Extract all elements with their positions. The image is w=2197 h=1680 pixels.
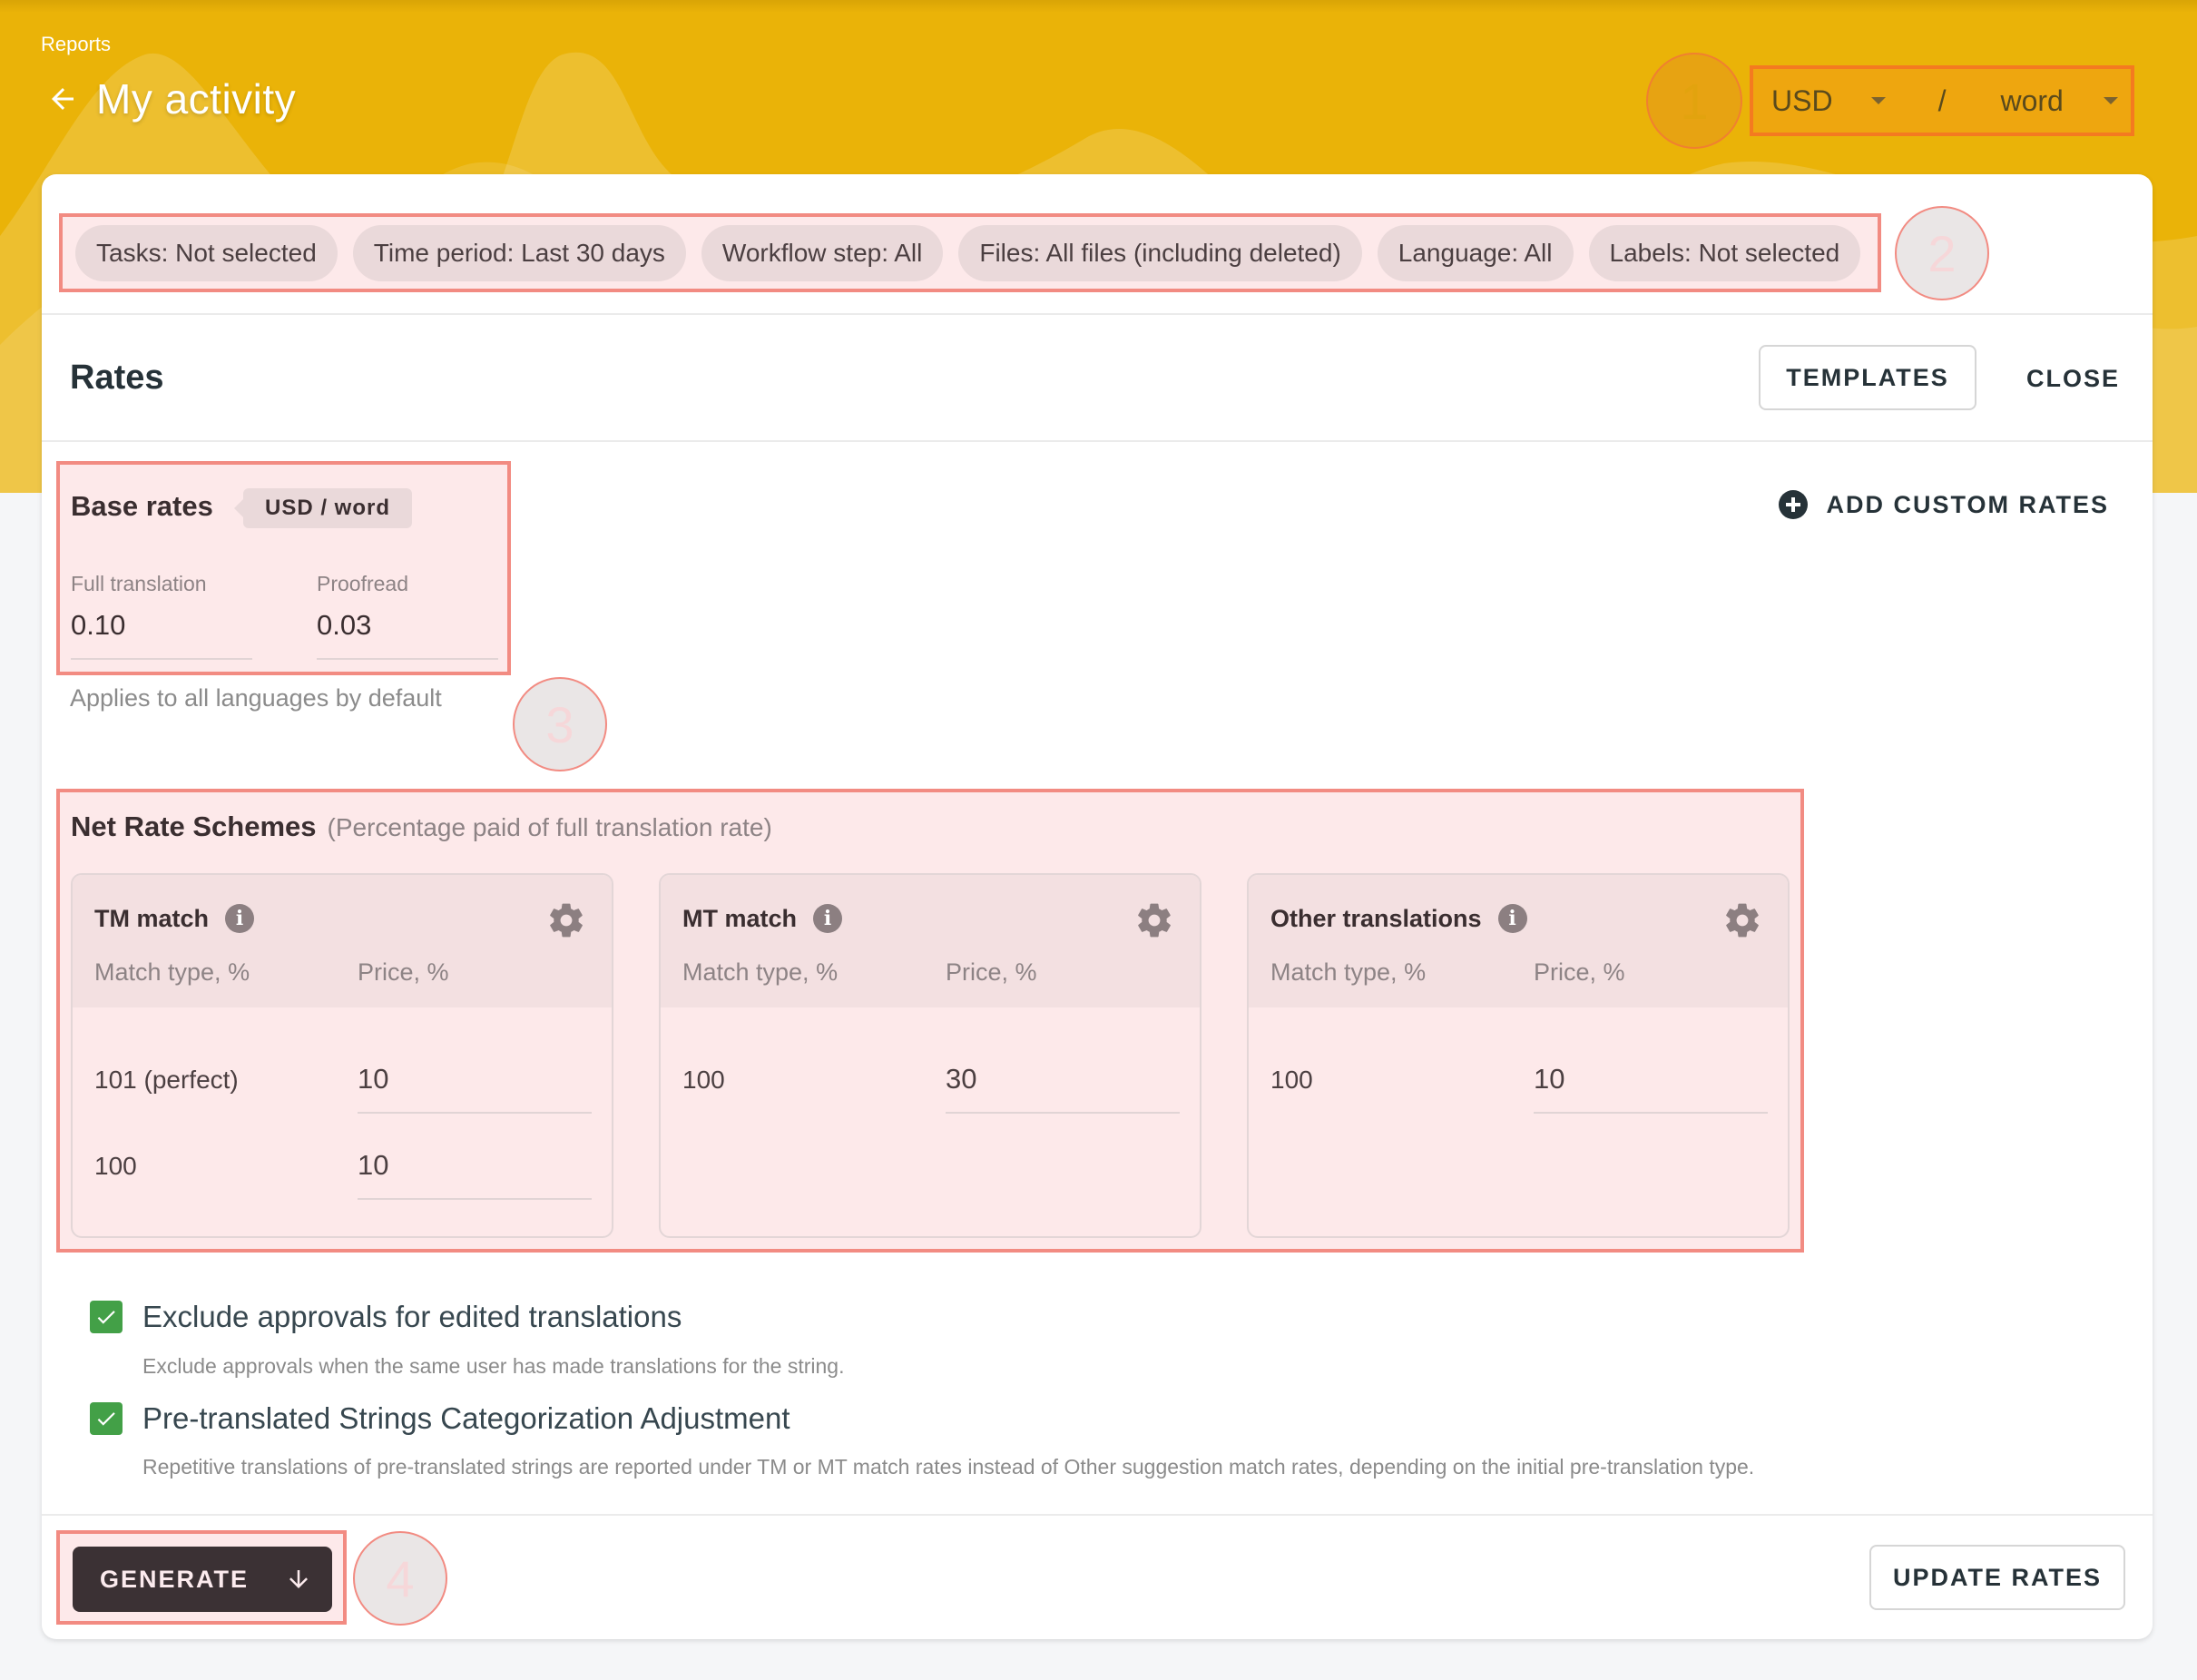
match-type-value: 100: [682, 1066, 725, 1094]
add-circle-icon: [1779, 490, 1809, 519]
page-title: My activity: [45, 74, 296, 123]
info-icon[interactable]: i: [1497, 904, 1527, 933]
net-rate-schemes-section: Net Rate Schemes (Percentage paid of full…: [56, 789, 1804, 1253]
filter-chip-files[interactable]: Files: All files (including deleted): [958, 224, 1362, 281]
annotation-marker-2: 2: [1895, 206, 1989, 300]
scheme-header: Other translations i Match type, % Price…: [1249, 875, 1788, 1007]
unit-tag: USD / word: [233, 488, 413, 528]
arrow-down-icon: [289, 1570, 309, 1588]
scheme-title: Other translations i: [1270, 904, 1527, 933]
add-custom-rates-label: ADD CUSTOM RATES: [1826, 490, 2109, 518]
match-type-header: Match type, %: [1270, 958, 1427, 986]
price-header: Price, %: [946, 958, 1037, 986]
option-title: Pre-translated Strings Categorization Ad…: [142, 1401, 790, 1435]
update-rates-button[interactable]: UPDATE RATES: [1869, 1545, 2125, 1610]
checkbox-checked[interactable]: [90, 1301, 123, 1333]
price-header: Price, %: [358, 958, 449, 986]
proofread-field[interactable]: Proofread 0.03: [317, 572, 498, 660]
scheme-name: Other translations: [1270, 904, 1482, 932]
scheme-name: TM match: [94, 904, 210, 932]
option-description: Exclude approvals when the same user has…: [142, 1354, 845, 1378]
scheme-header: MT match i Match type, % Price, %: [661, 875, 1200, 1007]
scheme-card-tm-match: TM match i Match type, % Price, % 101 (p…: [71, 873, 613, 1238]
generate-section: GENERATE: [56, 1530, 347, 1625]
match-type-header: Match type, %: [682, 958, 839, 986]
scheme-title: MT match i: [682, 904, 843, 933]
rates-title: Rates: [70, 359, 164, 397]
info-icon[interactable]: i: [813, 904, 843, 933]
full-translation-label: Full translation: [71, 572, 207, 595]
price-input[interactable]: 10: [1534, 1063, 1768, 1114]
net-title-text: Net Rate Schemes: [71, 811, 317, 842]
filter-chip-labels[interactable]: Labels: Not selected: [1588, 224, 1861, 281]
close-button[interactable]: CLOSE: [2026, 365, 2120, 393]
full-translation-input[interactable]: 0.10: [71, 609, 252, 660]
generate-label: GENERATE: [100, 1565, 250, 1593]
checkmark-icon: [97, 1311, 115, 1324]
chevron-down-icon: [1870, 97, 1886, 104]
match-type-value: 100: [94, 1152, 137, 1180]
price-input[interactable]: 10: [358, 1063, 592, 1114]
breadcrumb-reports[interactable]: Reports: [41, 33, 111, 56]
filter-chip-language[interactable]: Language: All: [1377, 224, 1574, 281]
scheme-card-mt-match: MT match i Match type, % Price, % 100 30: [659, 873, 1201, 1238]
option-exclude-approvals[interactable]: Exclude approvals for edited translation…: [90, 1300, 682, 1334]
checkmark-icon: [97, 1412, 115, 1426]
divider: [42, 313, 2153, 315]
price-input[interactable]: 30: [946, 1063, 1180, 1114]
annotation-marker-1: 1: [1646, 53, 1742, 149]
price-input[interactable]: 10: [358, 1149, 592, 1200]
currency-value: USD: [1771, 84, 1833, 117]
filter-chip-time-period[interactable]: Time period: Last 30 days: [352, 224, 686, 281]
info-icon[interactable]: i: [225, 904, 255, 933]
match-type-header: Match type, %: [94, 958, 250, 986]
net-subtitle: (Percentage paid of full translation rat…: [327, 813, 772, 841]
currency-unit-selector: USD / word: [1750, 65, 2134, 136]
option-description: Repetitive translations of pre-translate…: [142, 1455, 1755, 1479]
gear-icon[interactable]: [1722, 900, 1762, 940]
gear-icon[interactable]: [1134, 900, 1174, 940]
scheme-header: TM match i Match type, % Price, %: [73, 875, 612, 1007]
add-custom-rates-button[interactable]: ADD CUSTOM RATES: [1779, 490, 2109, 519]
checkbox-checked[interactable]: [90, 1402, 123, 1435]
annotation-marker-4: 4: [353, 1531, 447, 1626]
filter-chip-workflow-step[interactable]: Workflow step: All: [701, 224, 944, 281]
filter-chips: Tasks: Not selected Time period: Last 30…: [59, 213, 1881, 292]
rates-card: Tasks: Not selected Time period: Last 30…: [42, 174, 2153, 1639]
divider: [42, 1514, 2153, 1516]
generate-button[interactable]: GENERATE: [73, 1547, 332, 1612]
page-title-text: My activity: [96, 75, 297, 123]
unit-separator: /: [1937, 84, 1947, 117]
price-header: Price, %: [1534, 958, 1625, 986]
unit-select[interactable]: word: [2000, 84, 2118, 118]
scheme-name: MT match: [682, 904, 798, 932]
full-translation-field[interactable]: Full translation 0.10: [71, 572, 252, 660]
base-rates-title: Base rates: [71, 490, 213, 522]
applies-note: Applies to all languages by default: [70, 684, 442, 712]
back-arrow-icon[interactable]: [45, 82, 80, 116]
proofread-label: Proofread: [317, 572, 409, 595]
chevron-down-icon: [2103, 97, 2118, 104]
option-title: Exclude approvals for edited translation…: [142, 1300, 682, 1333]
filter-chip-tasks[interactable]: Tasks: Not selected: [75, 224, 338, 281]
gear-icon[interactable]: [546, 900, 586, 940]
scheme-card-other-translations: Other translations i Match type, % Price…: [1247, 873, 1790, 1238]
net-rate-schemes-title: Net Rate Schemes (Percentage paid of full…: [71, 811, 772, 843]
divider: [42, 440, 2153, 442]
scheme-title: TM match i: [94, 904, 255, 933]
currency-select[interactable]: USD: [1771, 84, 1886, 118]
annotation-marker-3: 3: [513, 677, 607, 771]
unit-value: word: [2000, 84, 2064, 117]
match-type-value: 100: [1270, 1066, 1313, 1094]
templates-button[interactable]: TEMPLATES: [1759, 345, 1976, 410]
option-pretranslated-adjustment[interactable]: Pre-translated Strings Categorization Ad…: [90, 1401, 790, 1436]
match-type-value: 101 (perfect): [94, 1066, 239, 1094]
base-rates-section: Base rates USD / word Full translation 0…: [56, 461, 511, 675]
proofread-input[interactable]: 0.03: [317, 609, 498, 660]
